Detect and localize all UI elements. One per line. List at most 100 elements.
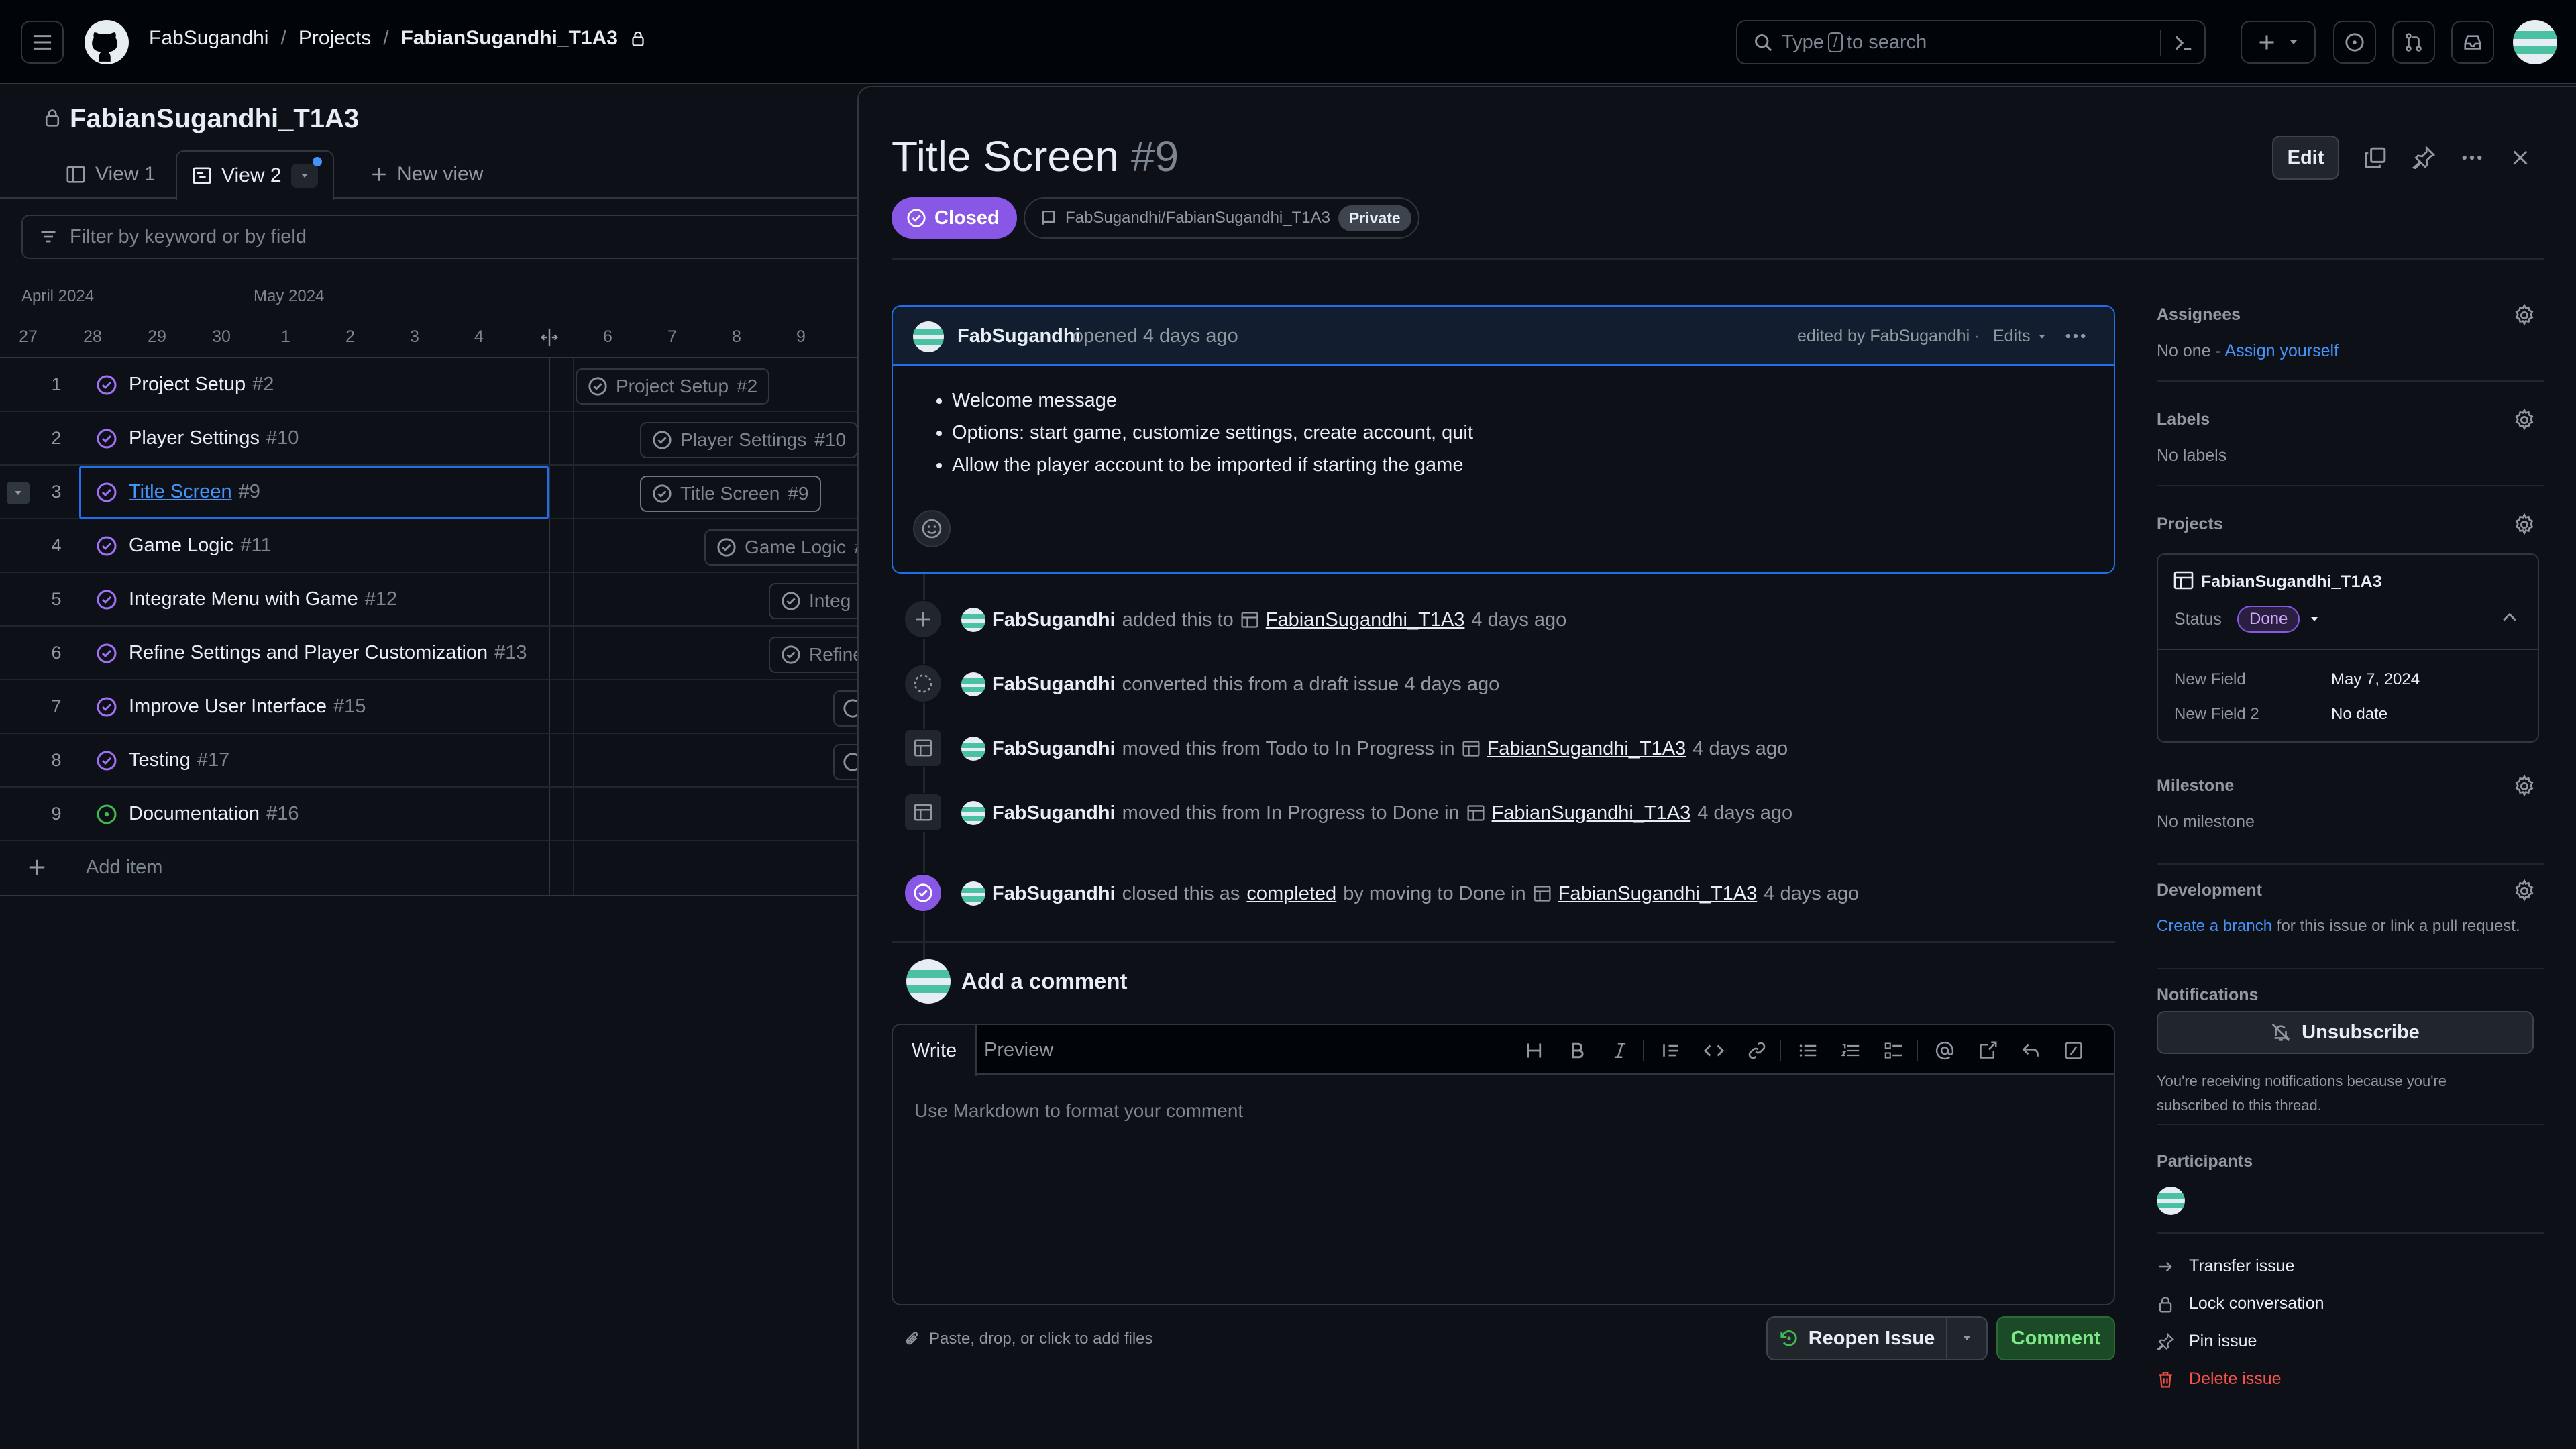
gantt-item[interactable]: Player Settings #10 [640, 422, 859, 458]
row-expand-chevron-icon[interactable] [7, 482, 30, 504]
timeline-project-link[interactable]: FabianSugandhi_T1A3 [1492, 802, 1691, 824]
code-icon[interactable] [1701, 1037, 1727, 1064]
timeline-time[interactable]: 4 days ago [1471, 609, 1566, 631]
repository-chip[interactable]: FabSugandhi/FabianSugandhi_T1A3 Private [1024, 197, 1419, 239]
gantt-item-selected[interactable]: Title Screen #9 [640, 476, 821, 512]
gear-icon[interactable] [2513, 304, 2536, 327]
chevron-up-icon[interactable] [2500, 608, 2519, 627]
commenter-avatar[interactable] [906, 959, 951, 1004]
participant-avatar[interactable] [2157, 1187, 2185, 1215]
user-avatar[interactable] [961, 881, 985, 906]
timeline-time[interactable]: 4 days ago [1697, 802, 1792, 824]
delete-issue-action[interactable]: Delete issue [2157, 1369, 2282, 1389]
quote-icon[interactable] [1658, 1037, 1684, 1064]
timeline-user[interactable]: FabSugandhi [992, 738, 1116, 760]
timeline-project-link[interactable]: FabianSugandhi_T1A3 [1266, 609, 1465, 631]
row-title[interactable]: Testing #17 [129, 749, 229, 771]
reopen-issue-button[interactable]: Reopen Issue [1766, 1316, 1947, 1360]
filter-input[interactable]: Filter by keyword or by field [21, 215, 887, 259]
copy-icon[interactable] [2360, 142, 2391, 173]
tab-view-1[interactable]: View 1 [51, 150, 170, 199]
status-select[interactable]: Done [2237, 606, 2320, 633]
user-avatar[interactable] [961, 672, 985, 696]
heading-icon[interactable] [1521, 1037, 1548, 1064]
table-row[interactable]: 8 Testing #17 [0, 734, 865, 788]
tab-view-2[interactable]: View 2 [176, 150, 334, 200]
breadcrumb-projects[interactable]: Projects [299, 27, 371, 50]
timeline-time[interactable]: 4 days ago [1693, 738, 1788, 760]
slash-commands-icon[interactable] [2060, 1037, 2087, 1064]
gantt-item[interactable]: Project Setup #2 [576, 368, 770, 405]
row-title[interactable]: Integrate Menu with Game #12 [129, 588, 397, 610]
row-title[interactable]: Improve User Interface #15 [129, 696, 366, 718]
menu-button[interactable] [21, 21, 64, 64]
assign-yourself-link[interactable]: Assign yourself [2224, 341, 2339, 360]
timeline-project-link[interactable]: FabianSugandhi_T1A3 [1558, 883, 1758, 905]
row-title-link[interactable]: Title Screen [129, 481, 232, 502]
reopen-options-button[interactable] [1946, 1316, 1988, 1360]
kebab-horizontal-icon[interactable] [2063, 324, 2088, 348]
row-title[interactable]: Refine Settings and Player Customization… [129, 642, 527, 664]
view-options-chevron-icon[interactable] [290, 157, 322, 188]
field-value[interactable]: May 7, 2024 [2331, 670, 2420, 689]
comment-textarea[interactable]: Use Markdown to format your comment [893, 1076, 2114, 1304]
gear-icon[interactable] [2513, 879, 2536, 902]
tab-preview[interactable]: Preview [965, 1025, 1072, 1075]
create-branch-link[interactable]: Create a branch [2157, 917, 2272, 935]
gear-icon[interactable] [2513, 513, 2536, 536]
inbox-button[interactable] [2451, 21, 2494, 64]
italic-icon[interactable] [1607, 1037, 1633, 1064]
bold-icon[interactable] [1564, 1037, 1591, 1064]
create-new-button[interactable] [2241, 21, 2316, 64]
breadcrumb-owner[interactable]: FabSugandhi [149, 27, 268, 50]
comment-button[interactable]: Comment [1996, 1316, 2115, 1360]
user-avatar[interactable] [2513, 20, 2557, 64]
issues-button[interactable] [2333, 21, 2376, 64]
new-view-button[interactable]: New view [356, 150, 498, 199]
command-palette-icon[interactable] [2160, 30, 2194, 56]
table-row[interactable]: 9 Documentation #16 [0, 788, 865, 841]
close-icon[interactable] [2505, 142, 2536, 173]
row-title[interactable]: Project Setup #2 [129, 374, 274, 396]
unordered-list-icon[interactable] [1794, 1037, 1821, 1064]
pin-icon[interactable] [2408, 142, 2439, 173]
user-avatar[interactable] [961, 608, 985, 632]
edits-dropdown[interactable]: Edits [1993, 327, 2047, 346]
user-avatar[interactable] [961, 801, 985, 825]
search-input[interactable]: Type / to search [1736, 20, 2206, 64]
table-row[interactable]: 5 Integrate Menu with Game #12 [0, 573, 865, 627]
timeline-user[interactable]: FabSugandhi [992, 802, 1116, 824]
user-avatar[interactable] [961, 737, 985, 761]
add-item-row[interactable]: Add item [0, 841, 865, 895]
row-title[interactable]: Game Logic #11 [129, 535, 272, 557]
kebab-horizontal-icon[interactable] [2457, 142, 2487, 173]
mention-icon[interactable] [1931, 1037, 1958, 1064]
timeline-user[interactable]: FabSugandhi [992, 674, 1116, 696]
tab-write[interactable]: Write [893, 1025, 977, 1076]
project-card-name[interactable]: FabianSugandhi_T1A3 [2201, 572, 2381, 592]
task-list-icon[interactable] [1880, 1037, 1907, 1064]
gear-icon[interactable] [2513, 409, 2536, 431]
edit-button[interactable]: Edit [2272, 136, 2339, 180]
breadcrumb-project[interactable]: FabianSugandhi_T1A3 [401, 27, 618, 50]
add-reaction-icon[interactable] [913, 510, 951, 547]
attach-files[interactable]: Paste, drop, or click to add files [904, 1330, 1153, 1348]
ordered-list-icon[interactable] [1837, 1037, 1864, 1064]
reply-icon[interactable] [2017, 1037, 2044, 1064]
lock-conversation-action[interactable]: Lock conversation [2157, 1294, 2324, 1313]
author-avatar[interactable] [913, 321, 944, 352]
timeline-user[interactable]: FabSugandhi [992, 883, 1116, 905]
gear-icon[interactable] [2513, 775, 2536, 798]
transfer-issue-action[interactable]: Transfer issue [2157, 1256, 2294, 1276]
cross-reference-icon[interactable] [1974, 1037, 2001, 1064]
github-logo-icon[interactable] [85, 20, 129, 64]
gantt-item[interactable]: Integ [769, 583, 863, 619]
row-title[interactable]: Documentation #16 [129, 803, 299, 825]
table-row[interactable]: 6 Refine Settings and Player Customizati… [0, 627, 865, 680]
timeline-time[interactable]: 4 days ago [1764, 883, 1859, 905]
pull-requests-button[interactable] [2392, 21, 2435, 64]
unsubscribe-button[interactable]: Unsubscribe [2157, 1011, 2534, 1054]
timeline-project-link[interactable]: FabianSugandhi_T1A3 [1487, 738, 1686, 760]
timeline-user[interactable]: FabSugandhi [992, 609, 1116, 631]
pin-issue-action[interactable]: Pin issue [2157, 1332, 2257, 1351]
